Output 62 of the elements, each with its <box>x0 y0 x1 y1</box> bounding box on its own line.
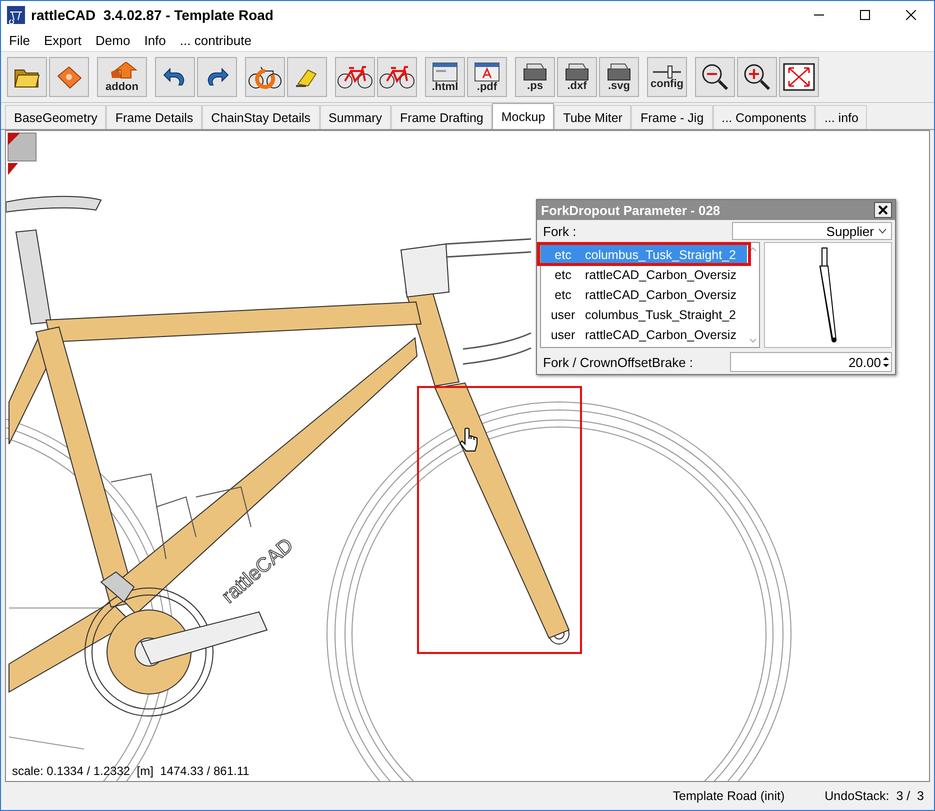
toolbar-button[interactable] <box>197 57 237 97</box>
toolbar-button[interactable] <box>737 57 777 97</box>
tab[interactable]: BaseGeometry <box>5 105 106 129</box>
close-icon <box>906 10 916 20</box>
menu-item[interactable]: ... contribute <box>174 32 258 48</box>
toolbar-button[interactable] <box>7 57 47 97</box>
toolbar-button[interactable] <box>779 57 819 97</box>
status-document: Template Road (init) <box>672 789 785 803</box>
undo-counter: UndoStack: 3 / 3 <box>824 789 924 803</box>
scroll-up-icon[interactable] <box>749 247 757 252</box>
tab[interactable]: Frame Details <box>106 105 202 129</box>
bicycle-icon <box>379 64 415 90</box>
printer-icon <box>563 62 591 80</box>
toolbar-button[interactable]: .html <box>425 57 465 97</box>
supplier-dropdown[interactable]: Supplier <box>732 222 892 240</box>
tab[interactable]: ... info <box>815 105 868 129</box>
printer-icon <box>605 62 633 80</box>
tab[interactable]: Frame Drafting <box>391 105 492 129</box>
toolbar-button[interactable] <box>695 57 735 97</box>
zoom-out-icon <box>701 63 729 91</box>
bicycle-icon <box>337 64 373 90</box>
browser-window-icon <box>431 62 459 82</box>
tab[interactable]: Tube Miter <box>554 105 632 129</box>
toolbar-button[interactable]: .ps <box>515 57 555 97</box>
slider-icon <box>652 64 682 78</box>
menu-item[interactable]: Demo <box>90 32 136 48</box>
app-logo-icon <box>7 6 25 24</box>
field-label: Fork : <box>543 224 576 238</box>
tab[interactable]: ChainStay Details <box>202 105 320 129</box>
printer-icon <box>521 62 549 80</box>
toolbar-button[interactable]: config <box>647 57 687 97</box>
menu-item[interactable]: Export <box>38 32 88 48</box>
list-row[interactable]: etc rattleCAD_Carbon_Oversiz <box>541 285 747 305</box>
pdf-document-icon <box>473 62 501 82</box>
toolbar-button[interactable] <box>155 57 195 97</box>
hand-cursor-icon <box>460 428 478 452</box>
window-title: rattleCAD 3.4.02.87 - Template Road <box>31 7 274 23</box>
list-row[interactable]: user columbus_Tusk_Straight_2 <box>541 305 747 325</box>
tab[interactable]: Frame - Jig <box>631 105 713 129</box>
list-row[interactable]: etc rattleCAD_Carbon_Oversiz <box>541 265 747 285</box>
dialog-title: ForkDropout Parameter - 028 <box>541 202 720 218</box>
list-row[interactable]: user rattleCAD_Carbon_Oversiz <box>541 325 747 345</box>
menu-item[interactable]: Info <box>138 32 172 48</box>
zoom-in-icon <box>743 63 771 91</box>
field-label: Fork / CrownOffsetBrake : <box>543 354 694 370</box>
close-button[interactable] <box>874 202 892 218</box>
toolbar-button[interactable]: .svg <box>599 57 639 97</box>
offset-spinner[interactable]: 20.00 <box>730 352 892 372</box>
caret-icon <box>878 228 887 234</box>
toolbar-button[interactable] <box>377 57 417 97</box>
toolbar-button[interactable] <box>245 57 285 97</box>
scale-readout: scale: 0.1334 / 1.2332 [m] 1474.33 / 861.11 <box>12 764 250 778</box>
tab[interactable]: Mockup <box>492 103 554 129</box>
toolbar-button[interactable]: .pdf <box>467 57 507 97</box>
maximize-icon <box>860 10 870 20</box>
fit-to-window-icon <box>783 63 815 91</box>
toolbar-button[interactable]: addon <box>97 57 147 97</box>
menu-item[interactable]: File <box>3 32 36 48</box>
toolbar-button[interactable]: .dxf <box>557 57 597 97</box>
tab[interactable]: ... Components <box>712 105 816 129</box>
tab[interactable]: Summary <box>320 105 392 129</box>
toolbar-button[interactable] <box>335 57 375 97</box>
